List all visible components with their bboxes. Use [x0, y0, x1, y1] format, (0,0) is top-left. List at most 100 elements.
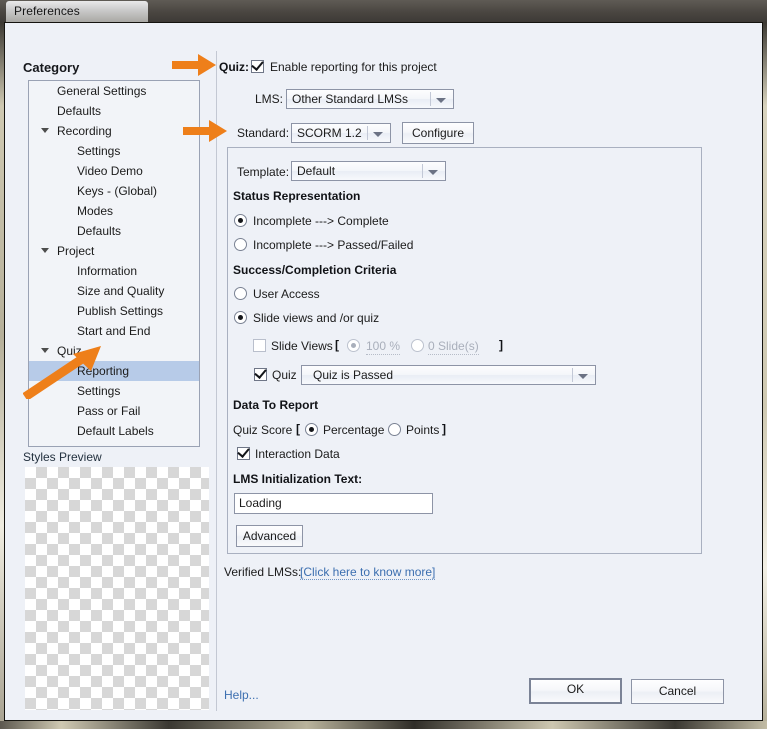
- check-tick-icon: [254, 366, 267, 379]
- sidebar-item-keys-global[interactable]: Keys - (Global): [29, 181, 199, 201]
- sidebar-item-label: Defaults: [77, 224, 122, 238]
- chevron-down-icon[interactable]: [41, 128, 49, 133]
- radio-incomplete-complete-label: Incomplete ---> Complete: [253, 214, 389, 228]
- sidebar-item-size-and-quality[interactable]: Size and Quality: [29, 281, 199, 301]
- data-to-report-heading: Data To Report: [233, 398, 319, 412]
- enable-reporting-checkbox[interactable]: [251, 58, 264, 73]
- lms-label: LMS:: [255, 92, 284, 106]
- category-header: Category: [23, 60, 80, 75]
- verified-lmss-link[interactable]: [Click here to know more]: [300, 565, 436, 580]
- preferences-window: Preferences Category General Settings Def…: [0, 0, 767, 729]
- radio-user-access[interactable]: [234, 287, 247, 300]
- quiz-criteria-dropdown[interactable]: Quiz is Passed: [301, 365, 596, 385]
- sidebar-item-label: Information: [77, 264, 138, 278]
- slide-views-label: Slide Views: [271, 339, 333, 353]
- quiz-score-bracket-open: [: [296, 422, 300, 436]
- sidebar-item-defaults[interactable]: Defaults: [29, 101, 199, 121]
- window-right-edge: [763, 22, 767, 722]
- verified-lmss-label: Verified LMSs:: [224, 565, 302, 579]
- slide-views-percent-value[interactable]: 100 %: [366, 339, 401, 355]
- radio-dot-icon: [238, 315, 243, 320]
- quiz-criteria-checkbox[interactable]: [254, 366, 267, 381]
- radio-slide-views-percent[interactable]: [347, 339, 360, 352]
- radio-dot-icon: [238, 218, 243, 223]
- radio-score-points-label: Points: [406, 423, 440, 437]
- radio-incomplete-passed-failed-label: Incomplete ---> Passed/Failed: [253, 238, 414, 252]
- quiz-label: Quiz:: [219, 60, 249, 74]
- template-dropdown-value: Default: [297, 164, 336, 178]
- help-link[interactable]: Help...: [224, 688, 259, 702]
- sidebar-item-video-demo[interactable]: Video Demo: [29, 161, 199, 181]
- slide-views-checkbox[interactable]: [253, 339, 266, 352]
- lms-init-input[interactable]: Loading: [234, 493, 433, 514]
- radio-slide-views-or-quiz[interactable]: [234, 311, 247, 324]
- styles-preview-canvas: [25, 467, 209, 710]
- quiz-score-label: Quiz Score: [233, 423, 293, 437]
- radio-dot-icon: [351, 343, 356, 348]
- sidebar-item-general-settings[interactable]: General Settings: [29, 81, 199, 101]
- styles-preview-label: Styles Preview: [23, 450, 102, 464]
- cancel-button[interactable]: Cancel: [631, 679, 724, 704]
- sidebar-item-defaults[interactable]: Defaults: [29, 221, 199, 241]
- slide-views-count-value[interactable]: 0 Slide(s): [428, 339, 479, 355]
- quiz-score-bracket-close: ]: [442, 422, 446, 436]
- radio-dot-icon: [309, 427, 314, 432]
- sidebar-item-pass-or-fail[interactable]: Pass or Fail: [29, 401, 199, 421]
- column-divider: [216, 51, 217, 711]
- success-criteria-heading: Success/Completion Criteria: [233, 263, 397, 277]
- sidebar-item-project[interactable]: Project: [29, 241, 199, 261]
- chevron-down-icon: [578, 374, 588, 379]
- window-bottom-edge: [0, 721, 767, 729]
- sidebar-item-label: Keys - (Global): [77, 184, 158, 198]
- lms-dropdown[interactable]: Other Standard LMSs: [286, 89, 454, 109]
- sidebar-item-label: Default Labels: [77, 424, 154, 438]
- window-title: Preferences: [14, 4, 80, 18]
- window-titlebar: Preferences: [0, 0, 767, 22]
- slide-views-bracket-open: [: [335, 338, 339, 352]
- interaction-data-label: Interaction Data: [255, 447, 340, 461]
- status-representation-heading: Status Representation: [233, 189, 361, 203]
- interaction-data-checkbox[interactable]: [237, 445, 250, 460]
- radio-slide-views-or-quiz-label: Slide views and /or quiz: [253, 311, 380, 325]
- radio-incomplete-passed-failed[interactable]: [234, 238, 247, 251]
- sidebar-item-label: General Settings: [57, 84, 147, 98]
- sidebar-item-label: Project: [57, 244, 95, 258]
- enable-reporting-label: Enable reporting for this project: [270, 60, 437, 74]
- sidebar-item-default-labels[interactable]: Default Labels: [29, 421, 199, 441]
- chevron-down-icon: [428, 170, 438, 175]
- standard-dropdown-value: SCORM 1.2: [297, 126, 362, 140]
- check-tick-icon: [251, 58, 264, 71]
- lms-dropdown-value: Other Standard LMSs: [292, 92, 409, 106]
- quiz-criteria-dropdown-value: Quiz is Passed: [313, 368, 394, 382]
- radio-score-percentage[interactable]: [305, 423, 318, 436]
- standard-dropdown-separator: [367, 126, 368, 140]
- radio-incomplete-complete[interactable]: [234, 214, 247, 227]
- sidebar-item-modes[interactable]: Modes: [29, 201, 199, 221]
- standard-dropdown[interactable]: SCORM 1.2: [291, 123, 391, 143]
- template-dropdown-separator: [422, 164, 423, 178]
- chevron-down-icon: [436, 98, 446, 103]
- sidebar-item-label: Defaults: [57, 104, 102, 118]
- sidebar-item-label: Pass or Fail: [77, 404, 141, 418]
- quiz-criteria-label: Quiz: [272, 368, 297, 382]
- sidebar-item-start-and-end[interactable]: Start and End: [29, 321, 199, 341]
- radio-score-points[interactable]: [388, 423, 401, 436]
- slide-views-bracket-close: ]: [499, 338, 503, 352]
- advanced-button[interactable]: Advanced: [236, 525, 303, 547]
- sidebar-item-label: Publish Settings: [77, 304, 164, 318]
- ok-button[interactable]: OK: [529, 678, 622, 704]
- radio-score-percentage-label: Percentage: [323, 423, 385, 437]
- chevron-down-icon: [373, 132, 383, 137]
- sidebar-item-settings[interactable]: Settings: [29, 141, 199, 161]
- check-tick-icon: [237, 445, 250, 458]
- radio-user-access-label: User Access: [253, 287, 320, 301]
- configure-button[interactable]: Configure: [402, 122, 474, 144]
- sidebar-item-information[interactable]: Information: [29, 261, 199, 281]
- sidebar-item-publish-settings[interactable]: Publish Settings: [29, 301, 199, 321]
- chevron-down-icon[interactable]: [41, 248, 49, 253]
- radio-slide-views-count[interactable]: [411, 339, 424, 352]
- template-label: Template:: [237, 165, 290, 179]
- lms-init-heading: LMS Initialization Text:: [233, 472, 363, 486]
- template-dropdown[interactable]: Default: [291, 161, 446, 181]
- sidebar-item-recording[interactable]: Recording: [29, 121, 199, 141]
